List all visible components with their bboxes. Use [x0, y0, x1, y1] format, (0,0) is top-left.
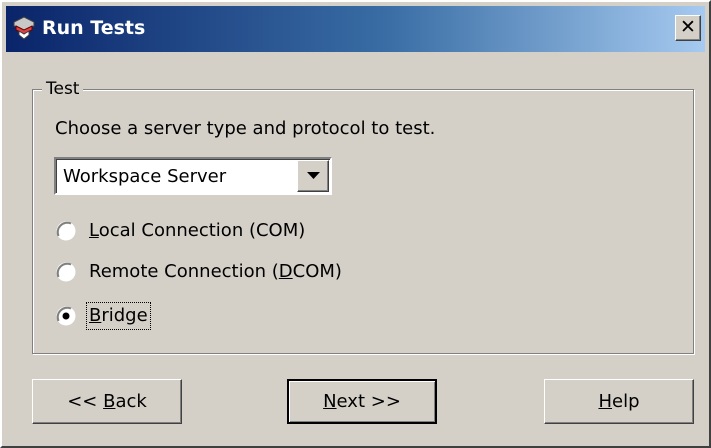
radio-bridge-label: Bridge	[86, 302, 151, 330]
run-tests-dialog: Run Tests ✕ Test Choose a server type an…	[0, 0, 711, 448]
button-text: <<	[67, 391, 104, 412]
button-text: ack	[115, 391, 147, 412]
access-key: B	[103, 391, 116, 412]
help-button[interactable]: Help	[544, 379, 694, 424]
dropdown-button[interactable]	[297, 160, 329, 192]
radio-local-connection-label: Local Connection (COM)	[87, 218, 307, 244]
label-text: ocal Connection (COM)	[98, 220, 306, 241]
access-key: L	[89, 220, 99, 241]
instruction-text: Choose a server type and protocol to tes…	[55, 118, 436, 139]
close-button[interactable]: ✕	[675, 15, 701, 41]
test-tube-icon	[10, 14, 38, 42]
label-text: Remote Connection (	[89, 261, 279, 282]
close-icon: ✕	[680, 16, 696, 38]
title-bar[interactable]: Run Tests ✕	[6, 6, 705, 52]
radio-button-icon	[55, 220, 77, 242]
button-text: ext >>	[336, 391, 401, 412]
chevron-down-icon	[307, 172, 320, 179]
next-button[interactable]: Next >>	[287, 379, 437, 424]
server-type-value: Workspace Server	[63, 166, 227, 187]
radio-button-selected-icon	[55, 305, 77, 327]
access-key: H	[598, 391, 613, 412]
button-text: elp	[612, 391, 640, 412]
radio-remote-connection-label: Remote Connection (DCOM)	[87, 259, 344, 285]
back-button[interactable]: << Back	[32, 379, 182, 424]
access-key: B	[89, 305, 102, 326]
groupbox-legend: Test	[42, 77, 84, 101]
access-key: D	[278, 261, 293, 282]
server-type-select[interactable]: Workspace Server	[54, 157, 332, 195]
radio-button-icon	[55, 261, 77, 283]
access-key: N	[323, 391, 337, 412]
window-title: Run Tests	[42, 17, 146, 39]
label-text: ridge	[101, 305, 148, 326]
label-text: COM)	[292, 261, 342, 282]
